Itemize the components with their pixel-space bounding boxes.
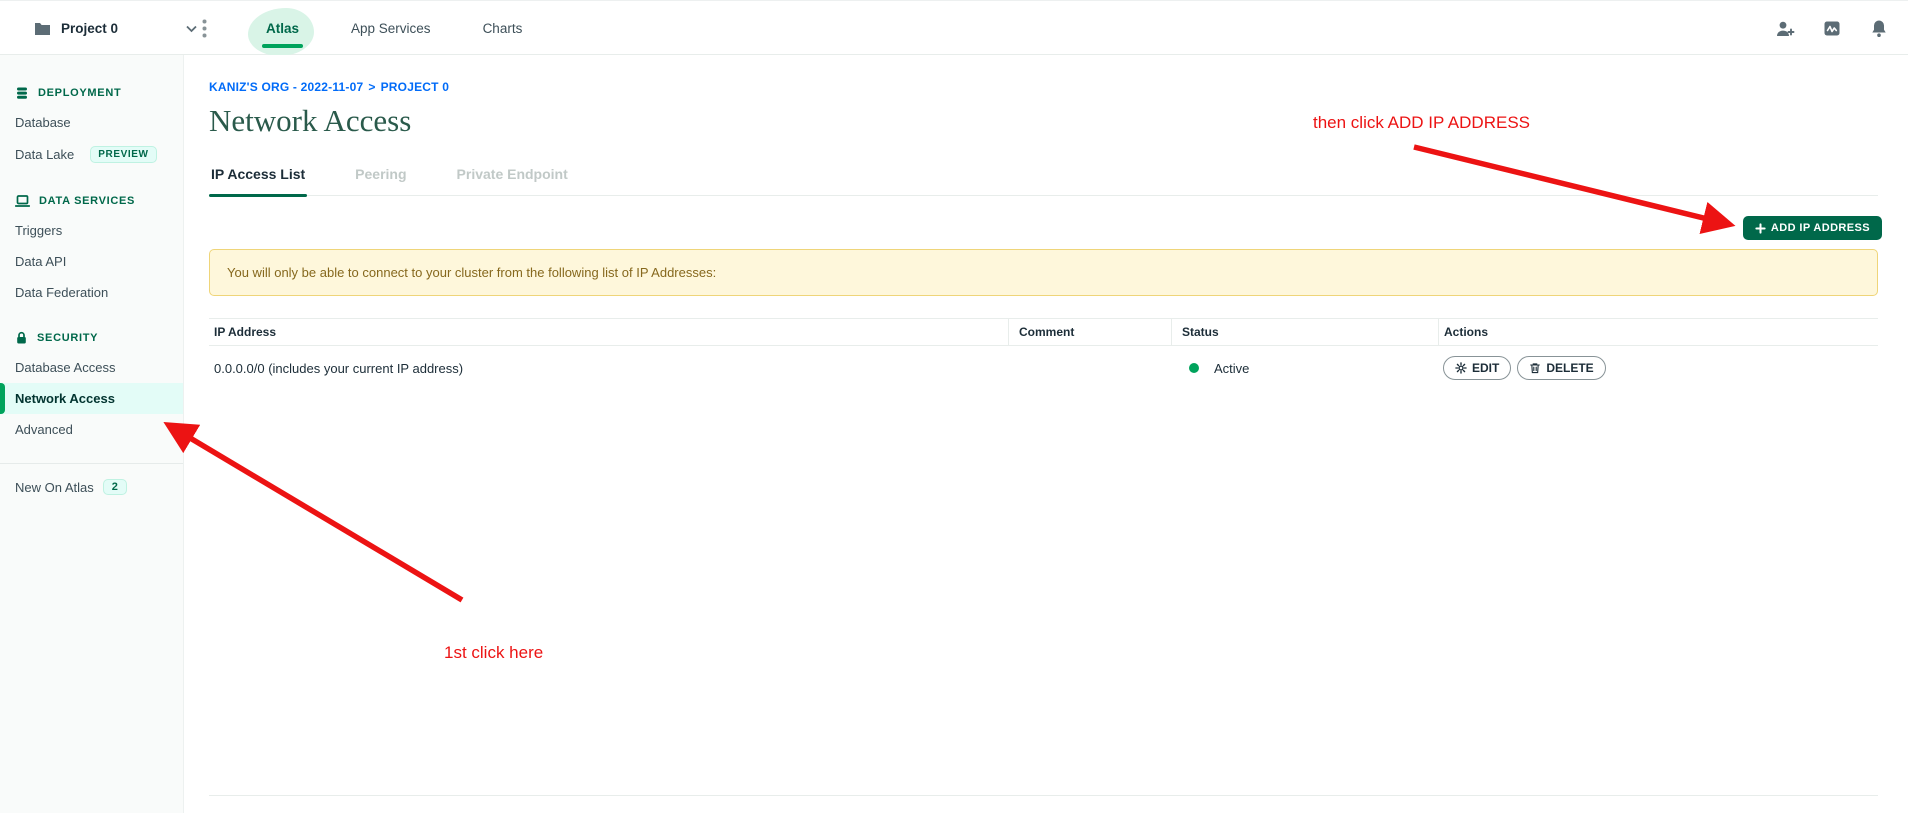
sidebar-section-data-services: DATA SERVICES Triggers Data API Data Fed…	[0, 187, 183, 308]
edit-button-label: EDIT	[1472, 361, 1499, 375]
sidebar-item-database[interactable]: Database	[0, 107, 183, 138]
deployment-section-label: DEPLOYMENT	[38, 87, 121, 99]
status-active-dot	[1189, 363, 1199, 373]
new-on-atlas-count-badge: 2	[103, 479, 127, 495]
ip-list-warning-text: You will only be able to connect to your…	[227, 265, 716, 280]
delete-button-label: DELETE	[1546, 361, 1593, 375]
new-on-atlas-label: New On Atlas	[15, 480, 94, 495]
project-name: Project 0	[61, 21, 118, 36]
folder-icon	[34, 21, 51, 36]
network-access-tabs: IP Access List Peering Private Endpoint	[209, 166, 1878, 196]
tab-app-services[interactable]: App Services	[347, 1, 435, 56]
security-section-header: SECURITY	[0, 324, 183, 352]
tab-peering-label: Peering	[355, 166, 406, 182]
kebab-menu-icon[interactable]	[202, 1, 207, 56]
database-stack-icon	[15, 86, 29, 100]
tab-private-endpoint[interactable]: Private Endpoint	[455, 166, 570, 195]
data-services-section-header: DATA SERVICES	[0, 187, 183, 215]
add-ip-address-button-label: ADD IP ADDRESS	[1771, 222, 1870, 234]
tab-ip-access-list-label: IP Access List	[211, 166, 305, 182]
page-title: Network Access	[209, 103, 1878, 139]
breadcrumb: KANIZ'S ORG - 2022-11-07 > PROJECT 0	[209, 80, 1878, 94]
product-tabs: Atlas App Services Charts	[262, 1, 526, 56]
column-header-comment: Comment	[1008, 319, 1171, 345]
atlas-app-window: Project 0 Atlas App Services Charts	[0, 0, 1908, 813]
sidebar-item-data-api-label: Data API	[15, 254, 66, 269]
project-selector[interactable]: Project 0	[34, 1, 197, 56]
top-right-icons	[1775, 1, 1888, 56]
sidebar-item-advanced-label: Advanced	[15, 422, 73, 437]
chevron-down-icon[interactable]	[186, 25, 197, 33]
sidebar: DEPLOYMENT Database Data Lake PREVIEW DA…	[0, 55, 184, 813]
sidebar-item-data-federation-label: Data Federation	[15, 285, 108, 300]
sidebar-item-network-access[interactable]: Network Access	[0, 383, 183, 414]
tab-atlas-label: Atlas	[266, 21, 299, 36]
trash-icon	[1529, 362, 1541, 374]
actions-cell: EDIT DELETE	[1438, 356, 1878, 380]
main-content: KANIZ'S ORG - 2022-11-07 > PROJECT 0 Netwo…	[184, 55, 1908, 813]
sidebar-item-advanced[interactable]: Advanced	[0, 414, 183, 445]
breadcrumb-org-link[interactable]: KANIZ'S ORG - 2022-11-07	[209, 80, 363, 94]
sidebar-section-security: SECURITY Database Access Network Access …	[0, 324, 183, 445]
security-section-label: SECURITY	[37, 332, 98, 344]
ip-list-warning-banner: You will only be able to connect to your…	[209, 249, 1878, 296]
sidebar-item-new-on-atlas[interactable]: New On Atlas 2	[0, 464, 183, 510]
tab-charts[interactable]: Charts	[479, 1, 527, 56]
ip-address-cell: 0.0.0.0/0 (includes your current IP addr…	[209, 361, 1008, 376]
breadcrumb-project-link[interactable]: PROJECT 0	[381, 80, 450, 94]
laptop-icon	[15, 194, 30, 208]
column-header-status: Status	[1171, 319, 1438, 345]
delete-button[interactable]: DELETE	[1517, 356, 1605, 380]
status-label: Active	[1214, 361, 1249, 376]
tab-private-endpoint-label: Private Endpoint	[457, 166, 568, 182]
sidebar-item-database-access-label: Database Access	[15, 360, 115, 375]
top-navigation-bar: Project 0 Atlas App Services Charts	[0, 0, 1908, 55]
status-cell: Active	[1171, 361, 1438, 376]
sidebar-item-database-label: Database	[15, 115, 71, 130]
sidebar-item-triggers[interactable]: Triggers	[0, 215, 183, 246]
sidebar-item-data-lake-label: Data Lake	[15, 147, 74, 162]
lock-icon	[15, 331, 28, 345]
column-header-actions: Actions	[1438, 319, 1878, 345]
notifications-bell-icon[interactable]	[1870, 19, 1888, 38]
gear-icon	[1455, 362, 1467, 374]
breadcrumb-separator: >	[368, 80, 375, 94]
sidebar-item-data-federation[interactable]: Data Federation	[0, 277, 183, 308]
ip-access-table: IP Address Comment Status Actions 0.0.0.…	[209, 318, 1878, 390]
sidebar-item-triggers-label: Triggers	[15, 223, 62, 238]
table-header-row: IP Address Comment Status Actions	[209, 318, 1878, 346]
sidebar-item-data-api[interactable]: Data API	[0, 246, 183, 277]
sidebar-item-network-access-label: Network Access	[15, 391, 115, 406]
column-header-ip-address: IP Address	[209, 325, 1008, 339]
tab-app-services-label: App Services	[351, 21, 431, 36]
preview-badge: PREVIEW	[90, 146, 156, 163]
sidebar-section-deployment: DEPLOYMENT Database Data Lake PREVIEW	[0, 79, 183, 171]
footer-divider	[209, 795, 1878, 796]
tab-peering[interactable]: Peering	[353, 166, 408, 195]
tab-atlas[interactable]: Atlas	[262, 1, 303, 56]
table-row: 0.0.0.0/0 (includes your current IP addr…	[209, 346, 1878, 390]
tab-charts-label: Charts	[483, 21, 523, 36]
plus-icon	[1755, 223, 1766, 234]
deployment-section-header: DEPLOYMENT	[0, 79, 183, 107]
edit-button[interactable]: EDIT	[1443, 356, 1511, 380]
sidebar-item-database-access[interactable]: Database Access	[0, 352, 183, 383]
sidebar-item-data-lake[interactable]: Data Lake PREVIEW	[0, 138, 183, 171]
invite-user-icon[interactable]	[1775, 20, 1795, 38]
activity-feed-icon[interactable]	[1823, 20, 1842, 38]
tab-ip-access-list[interactable]: IP Access List	[209, 166, 307, 195]
data-services-section-label: DATA SERVICES	[39, 195, 135, 207]
add-ip-address-button[interactable]: ADD IP ADDRESS	[1743, 216, 1882, 240]
